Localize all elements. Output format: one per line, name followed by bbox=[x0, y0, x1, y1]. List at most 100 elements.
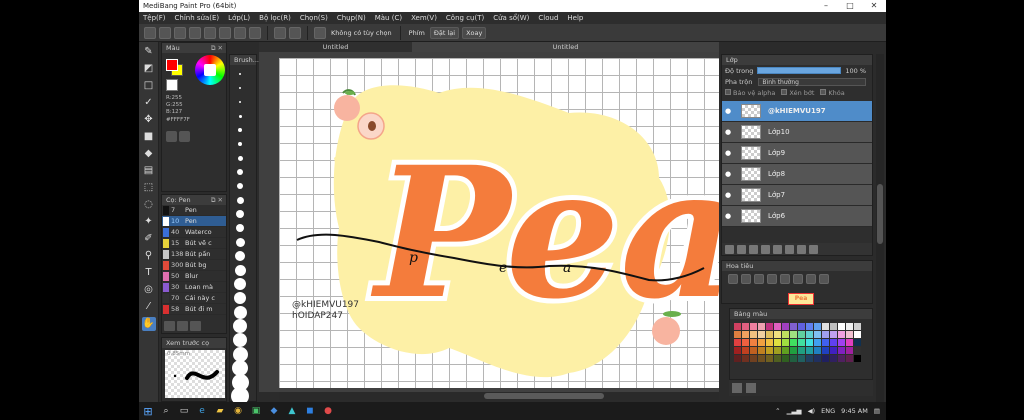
brush-item[interactable]: 15 Bút vẽ c bbox=[162, 238, 226, 249]
layer-settings-icon[interactable] bbox=[797, 244, 806, 254]
pen-tool-icon[interactable]: ✎ bbox=[142, 45, 156, 59]
delete-color-icon[interactable] bbox=[746, 383, 756, 393]
visibility-icon[interactable]: ● bbox=[722, 212, 734, 220]
palette-swatch[interactable] bbox=[766, 323, 773, 330]
palette-swatch[interactable] bbox=[814, 331, 821, 338]
brush-size-preset[interactable] bbox=[230, 109, 250, 123]
new-file-icon[interactable] bbox=[159, 26, 171, 39]
move-tool-icon[interactable]: ✥ bbox=[142, 113, 156, 127]
palette-swatch[interactable] bbox=[838, 347, 845, 354]
brush-item[interactable]: 70 Cái này c bbox=[162, 293, 226, 304]
bucket-tool-icon[interactable]: ◆ bbox=[142, 147, 156, 161]
rectangle-tool-icon[interactable]: □ bbox=[142, 79, 156, 93]
palette-swatch[interactable] bbox=[854, 323, 861, 330]
palette-swatch[interactable] bbox=[766, 331, 773, 338]
menu-help[interactable]: Help bbox=[567, 14, 583, 22]
magic-wand-tool-icon[interactable]: ✦ bbox=[142, 215, 156, 229]
palette-swatch[interactable] bbox=[766, 347, 773, 354]
brush-item[interactable]: 10 Pen bbox=[162, 216, 226, 227]
palette-swatch[interactable] bbox=[774, 347, 781, 354]
palette-swatch[interactable] bbox=[854, 331, 861, 338]
protect-alpha-option[interactable]: Bảo vệ alpha bbox=[725, 88, 775, 97]
palette-swatch[interactable] bbox=[766, 339, 773, 346]
palette-swatch[interactable] bbox=[782, 355, 789, 362]
palette-swatch[interactable] bbox=[734, 339, 741, 346]
visibility-icon[interactable]: ● bbox=[722, 128, 734, 136]
palette-swatch[interactable] bbox=[750, 339, 757, 346]
visibility-icon[interactable]: ● bbox=[722, 191, 734, 199]
palette-swatch[interactable] bbox=[830, 331, 837, 338]
menu-tools[interactable]: Công cụ(T) bbox=[446, 14, 484, 22]
opacity-slider[interactable] bbox=[757, 67, 842, 74]
balloon-tool-icon[interactable]: ◎ bbox=[142, 283, 156, 297]
palette-swatch[interactable] bbox=[798, 355, 805, 362]
navigator-thumbnail[interactable]: Pea bbox=[788, 293, 814, 305]
rotate-right-icon[interactable] bbox=[806, 274, 816, 284]
cloud-icon[interactable] bbox=[144, 26, 156, 39]
snap-label[interactable]: Phím bbox=[407, 29, 427, 37]
close-button[interactable]: ✕ bbox=[862, 0, 886, 12]
select-pen-tool-icon[interactable]: ✐ bbox=[142, 232, 156, 246]
palette-swatch[interactable] bbox=[790, 355, 797, 362]
duplicate-layer-icon[interactable] bbox=[761, 244, 770, 254]
palette-swatch[interactable] bbox=[806, 331, 813, 338]
layer-item[interactable]: ● Lớp7 bbox=[722, 185, 872, 206]
brush-size-preset[interactable] bbox=[230, 277, 250, 291]
menu-window[interactable]: Cửa sổ(W) bbox=[493, 14, 529, 22]
right-panel-scrollbar[interactable] bbox=[876, 54, 884, 402]
brush-item[interactable]: 138 Bút pấn bbox=[162, 249, 226, 260]
brush-size-preset[interactable] bbox=[230, 193, 250, 207]
palette-swatch[interactable] bbox=[750, 331, 757, 338]
palette-swatch[interactable] bbox=[742, 331, 749, 338]
add-color-icon[interactable] bbox=[732, 383, 742, 393]
hex-value[interactable]: #FFFF7F bbox=[166, 117, 190, 123]
brush-size-preset[interactable] bbox=[230, 221, 250, 235]
palette-swatch[interactable] bbox=[782, 323, 789, 330]
rotate-button[interactable]: Xoay bbox=[462, 26, 487, 39]
menu-file[interactable]: Tệp(F) bbox=[143, 14, 166, 22]
palette-swatch[interactable] bbox=[806, 355, 813, 362]
fill-rect-tool-icon[interactable]: ■ bbox=[142, 130, 156, 144]
palette-swatch[interactable] bbox=[822, 339, 829, 346]
palette-swatch[interactable] bbox=[846, 331, 853, 338]
zoom-out-icon[interactable] bbox=[741, 274, 751, 284]
brush-size-preset[interactable] bbox=[230, 291, 250, 305]
checkbox-icon[interactable] bbox=[781, 88, 788, 95]
undo-icon[interactable] bbox=[274, 26, 286, 39]
edge-icon[interactable]: e bbox=[193, 402, 211, 420]
foreground-color-swatch[interactable] bbox=[166, 59, 178, 71]
new-halftone-layer-icon[interactable] bbox=[737, 244, 746, 254]
notification-icon[interactable]: ▤ bbox=[874, 407, 880, 415]
palette-swatch[interactable] bbox=[782, 331, 789, 338]
brush-settings-icon[interactable] bbox=[177, 321, 188, 331]
check-tool-icon[interactable]: ✓ bbox=[142, 96, 156, 110]
layer-item[interactable]: ● Lớp10 bbox=[722, 122, 872, 143]
color-square[interactable] bbox=[204, 64, 216, 76]
selection-option[interactable]: Không có tùy chọn bbox=[329, 29, 394, 37]
grid-icon[interactable] bbox=[219, 26, 231, 39]
palette-swatch[interactable] bbox=[798, 347, 805, 354]
palette-swatch[interactable] bbox=[774, 339, 781, 346]
palette-swatch[interactable] bbox=[734, 347, 741, 354]
brush-menu-icon[interactable] bbox=[190, 321, 201, 331]
palette-swatch[interactable] bbox=[830, 323, 837, 330]
palette-swatch[interactable] bbox=[806, 347, 813, 354]
brush-size-preset[interactable] bbox=[230, 346, 250, 362]
reset-button[interactable]: Đặt lại bbox=[429, 26, 460, 39]
actual-size-icon[interactable] bbox=[767, 274, 777, 284]
brush-item[interactable]: 58 Bút đi m bbox=[162, 304, 226, 315]
palette-swatch[interactable] bbox=[838, 323, 845, 330]
palette-swatch[interactable] bbox=[830, 347, 837, 354]
text-tool-icon[interactable]: T bbox=[142, 266, 156, 280]
brush-size-preset[interactable] bbox=[230, 249, 250, 263]
clipping-option[interactable]: Xén bớt bbox=[781, 88, 814, 97]
rotate-left-icon[interactable] bbox=[780, 274, 790, 284]
brush-size-preset[interactable] bbox=[230, 387, 250, 405]
brush-size-preset[interactable] bbox=[230, 207, 250, 221]
palette-swatch[interactable] bbox=[830, 355, 837, 362]
brush-size-preset[interactable] bbox=[230, 165, 250, 179]
maximize-button[interactable]: □ bbox=[838, 0, 862, 12]
chrome-icon[interactable]: ◉ bbox=[229, 402, 247, 420]
palette-swatch[interactable] bbox=[830, 339, 837, 346]
color-wheel[interactable] bbox=[195, 55, 225, 85]
